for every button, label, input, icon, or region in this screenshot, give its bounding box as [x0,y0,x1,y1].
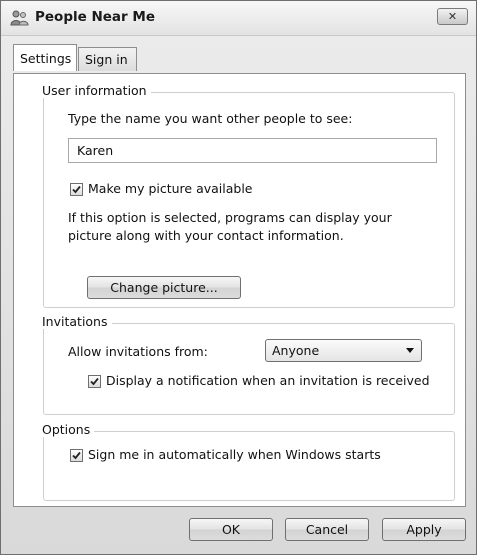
picture-description-line1: If this option is selected, programs can… [68,210,392,225]
allow-invitations-dropdown[interactable]: Anyone [265,339,422,362]
ok-label: OK [221,522,241,537]
user-information-group: User information Type the name you want … [38,83,455,308]
checkmark-icon [72,185,81,194]
user-information-legend: User information [38,83,151,98]
change-picture-label: Change picture... [110,280,218,295]
auto-sign-in-label: Sign me in automatically when Windows st… [88,447,381,462]
settings-panel: User information Type the name you want … [13,73,466,507]
invitations-legend: Invitations [38,314,112,329]
allow-invitations-selected: Anyone [272,343,320,358]
window-title: People Near Me [35,9,155,25]
chevron-down-icon [406,348,414,353]
cancel-button[interactable]: Cancel [285,518,369,541]
checkmark-icon [90,377,99,386]
auto-sign-in-checkbox[interactable] [70,449,83,462]
close-icon: ✕ [447,10,458,23]
change-picture-button[interactable]: Change picture... [87,276,241,299]
title-bar[interactable]: People Near Me ✕ [1,1,476,36]
picture-description-line2: picture along with your contact informat… [68,228,344,243]
tab-sign-in[interactable]: Sign in [78,47,137,71]
people-near-me-icon [9,9,31,27]
apply-label: Apply [406,522,442,537]
cancel-label: Cancel [305,522,349,537]
allow-invitations-label: Allow invitations from: [68,344,208,359]
options-group: Options Sign me in automatically when Wi… [38,422,455,501]
checkmark-icon [72,451,81,460]
tab-sign-in-label: Sign in [85,52,128,67]
invitations-group: Invitations Allow invitations from: Anyo… [38,314,455,415]
make-picture-available-label: Make my picture available [88,181,253,196]
display-notification-checkbox[interactable] [88,375,101,388]
display-name-value: Karen [77,143,114,158]
close-button[interactable]: ✕ [437,8,468,25]
name-prompt-label: Type the name you want other people to s… [68,111,353,126]
tab-settings[interactable]: Settings [13,44,77,71]
ok-button[interactable]: OK [189,518,273,541]
display-name-field[interactable]: Karen [68,138,437,163]
apply-button[interactable]: Apply [382,518,466,541]
display-notification-label: Display a notification when an invitatio… [106,373,430,388]
make-picture-available-checkbox[interactable] [70,183,83,196]
dialog-window: People Near Me ✕ Settings Sign in User i… [0,0,477,555]
tab-settings-label: Settings [20,51,72,66]
options-legend: Options [38,422,95,437]
